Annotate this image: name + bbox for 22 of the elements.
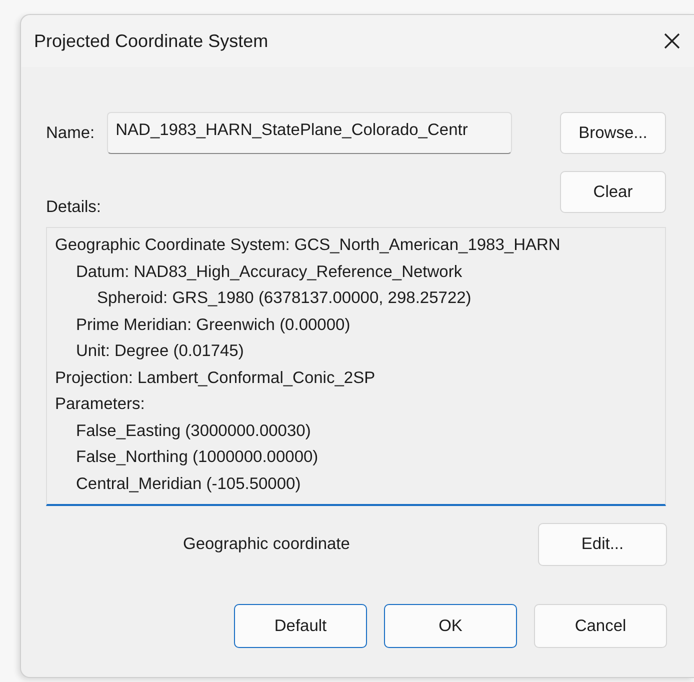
details-line: Prime Meridian: Greenwich (0.00000) [76,316,350,334]
details-line: Parameters: [55,395,145,413]
details-line: Central_Meridian (-105.50000) [76,474,301,492]
details-line: Unit: Degree (0.01745) [76,342,244,360]
side-button[interactable]: Browse... [560,112,666,154]
geographic-label: Geographic coordinate [183,535,350,554]
dialog-button[interactable]: Default [234,604,367,648]
dialog-button[interactable]: Cancel [534,604,667,648]
name-label: Name: [46,124,95,142]
details-line: Datum: NAD83_High_Accuracy_Reference_Network [76,262,462,280]
window-title: Projected Coordinate System [34,30,268,52]
dialog-button[interactable]: OK [384,604,517,648]
edit-button[interactable]: Edit... [538,523,667,566]
details-line: Projection: Lambert_Conformal_Conic_2SP [55,368,376,386]
details-line: False_Easting (3000000.00030) [76,422,311,440]
close-icon[interactable] [662,31,682,51]
name-field[interactable]: NAD_1983_HARN_StatePlane_Colorado_Centr [106,112,512,154]
details-label: Details: [46,198,102,217]
side-button[interactable]: Clear [560,171,666,213]
details-line: False_Northing (1000000.00000) [76,448,318,466]
details-line: Spheroid: GRS_1980 (6378137.00000, 298.25722) [97,289,472,307]
details-line: Geographic Coordinate System: GCS_North_American_1983_HARN [55,236,560,254]
